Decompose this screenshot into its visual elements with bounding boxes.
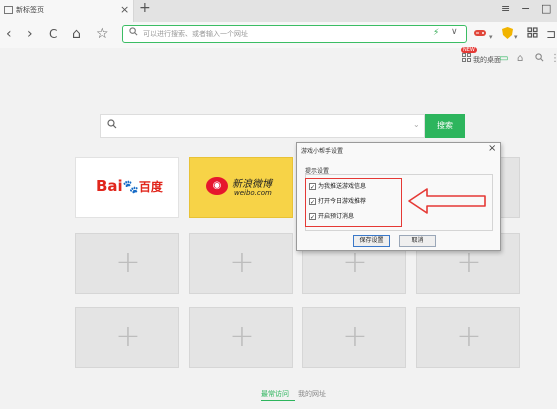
search-engine-dropdown-icon[interactable]: ⌄ [413,120,420,129]
baidu-logo: Bai🐾百度 [96,177,163,195]
home-small-icon[interactable]: ⌂ [517,53,523,64]
star-icon[interactable]: ☆ [96,26,109,42]
home-icon[interactable]: ⌂ [72,26,81,42]
tile-empty[interactable]: + [416,307,520,368]
add-icon: + [229,245,255,280]
tile-weibo[interactable]: ◉ 新浪微博 weibo.com [189,157,293,218]
my-desktop-link[interactable]: 我的桌面 [473,55,501,65]
search-input[interactable]: ⌄ [100,114,425,138]
add-icon: + [456,319,482,354]
apps-grid-icon[interactable] [527,27,538,41]
back-icon[interactable]: ‹ [6,26,12,42]
tab-my-sites[interactable]: 我的网址 [298,389,326,399]
screenshot-icon[interactable]: ▭ [499,53,508,64]
tab-frequent[interactable]: 最常访问 [261,389,289,399]
shield-dropdown-icon[interactable]: ▾ [514,30,518,44]
gamepad-dropdown-icon[interactable]: ▾ [489,30,493,44]
search-small-icon[interactable] [535,53,544,65]
address-placeholder: 可以进行搜索、或者输入一个网址 [143,30,248,38]
more-menu-icon[interactable]: ⊐ [546,27,556,41]
red-arrow-icon [408,188,486,214]
weibo-domain: weibo.com [234,189,272,197]
tab-new-tab-page[interactable]: 新标签页 × [0,0,134,22]
reload-icon[interactable]: C [49,26,57,42]
tile-empty[interactable]: + [75,307,179,368]
add-icon: + [342,319,368,354]
highlight-box [305,178,402,227]
lightning-icon[interactable]: ⚡ [433,28,439,38]
tile-empty[interactable]: + [75,233,179,294]
weibo-logo-icon: ◉ [206,177,228,195]
save-settings-button[interactable]: 保存设置 [353,235,390,247]
page-icon [4,6,13,14]
game-helper-settings-dialog: 游戏小帮手设置 × 提示设置 ✓ 为我推送游戏信息 ✓ 打开今日游戏推荐 ✓ 开启预订… [296,142,501,251]
maximize-icon[interactable]: □ [541,2,551,15]
weibo-name: 新浪微博 [232,179,272,190]
address-bar[interactable]: 可以进行搜索、或者输入一个网址 ⚡ ∨ [122,25,467,43]
tile-empty[interactable]: + [189,307,293,368]
active-tab-indicator [261,400,295,401]
add-icon: + [115,245,141,280]
tile-empty[interactable]: + [302,307,406,368]
menu-icon[interactable]: ≡ [501,2,510,15]
address-dropdown-icon[interactable]: ∨ [451,27,458,37]
search-icon [129,27,138,39]
dialog-close-icon[interactable]: × [488,143,496,154]
dialog-title: 游戏小帮手设置 [301,148,344,155]
cancel-button[interactable]: 取消 [399,235,436,247]
add-icon: + [229,319,255,354]
settings-icon[interactable]: ⋮ [550,53,557,64]
new-tab-button[interactable]: + [139,0,151,16]
minimize-icon[interactable]: − [521,2,530,15]
search-button[interactable]: 搜索 [425,114,465,138]
tile-baidu[interactable]: Bai🐾百度 [75,157,179,218]
tile-empty[interactable]: + [189,233,293,294]
desktop-icon[interactable] [462,53,471,65]
tab-title: 新标签页 [16,6,44,14]
gamepad-icon[interactable] [473,27,487,41]
forward-icon[interactable]: › [27,26,33,42]
shield-icon[interactable] [502,27,513,42]
tab-close-icon[interactable]: × [120,3,129,16]
add-icon: + [115,319,141,354]
search-icon [107,119,117,132]
